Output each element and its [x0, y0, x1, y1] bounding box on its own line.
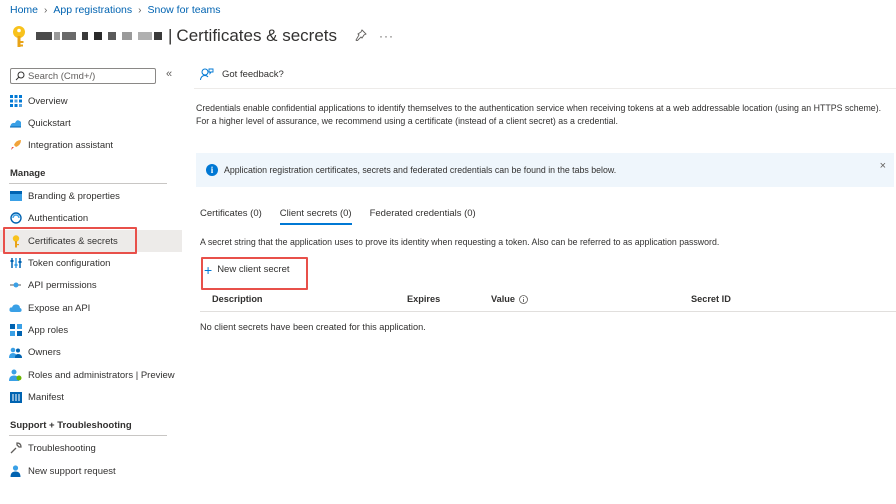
chevron-right-icon: ›	[138, 4, 142, 16]
info-icon: i	[206, 164, 218, 176]
sidebar-item-api-permissions[interactable]: API permissions	[0, 274, 182, 296]
sidebar-item-label: Authentication	[28, 212, 89, 224]
more-icon[interactable]: ···	[379, 29, 394, 43]
sidebar-item-label: Manifest	[28, 391, 64, 403]
highlight-box-sidebar	[3, 227, 137, 254]
pin-icon[interactable]	[355, 28, 367, 44]
sidebar-item-label: Roles and administrators | Preview	[28, 369, 175, 381]
client-secret-description: A secret string that the application use…	[200, 237, 720, 247]
section-heading-support: Support + Troubleshooting	[10, 420, 132, 431]
support-person-icon	[9, 465, 22, 478]
api-permissions-icon	[9, 279, 22, 292]
search-icon	[15, 71, 25, 81]
sidebar-item-new-support-request[interactable]: New support request	[0, 460, 182, 482]
search-placeholder: Search (Cmd+/)	[28, 70, 96, 82]
divider	[9, 435, 167, 436]
sidebar-item-label: Token configuration	[28, 257, 111, 269]
sidebar-item-overview[interactable]: Overview	[0, 90, 182, 112]
token-icon	[9, 257, 22, 270]
tab-federated-credentials[interactable]: Federated credentials (0)	[370, 208, 476, 225]
tab-certificates[interactable]: Certificates (0)	[200, 208, 262, 225]
credentials-description: Credentials enable confidential applicat…	[196, 103, 882, 126]
column-header-value: Value	[491, 294, 528, 304]
breadcrumb-app-registrations[interactable]: App registrations	[53, 4, 132, 16]
sidebar: Search (Cmd+/) « Overview Quickstart Int…	[0, 60, 184, 504]
authentication-icon	[9, 212, 22, 225]
divider	[194, 88, 896, 89]
info-banner-text: Application registration certificates, s…	[224, 165, 617, 175]
close-icon[interactable]: ×	[880, 160, 886, 172]
chevron-right-icon: ›	[44, 4, 48, 16]
column-header-secret-id: Secret ID	[691, 294, 731, 304]
sidebar-item-troubleshooting[interactable]: Troubleshooting	[0, 437, 182, 459]
wrench-icon	[9, 442, 22, 455]
sidebar-item-label: Owners	[28, 346, 61, 358]
sidebar-item-expose-api[interactable]: Expose an API	[0, 297, 182, 319]
sidebar-item-quickstart[interactable]: Quickstart	[0, 112, 182, 134]
sidebar-item-manifest[interactable]: Manifest	[0, 386, 182, 408]
cloud-icon	[9, 302, 22, 315]
feedback-button[interactable]: Got feedback?	[200, 68, 284, 81]
sidebar-item-label: App roles	[28, 324, 69, 336]
table-header-divider	[200, 311, 896, 312]
owners-icon	[9, 346, 22, 359]
sidebar-item-branding[interactable]: Branding & properties	[0, 185, 182, 207]
quickstart-icon	[9, 117, 22, 130]
column-header-value-label: Value	[491, 294, 516, 304]
tab-client-secrets[interactable]: Client secrets (0)	[279, 208, 352, 225]
title-separator: |	[168, 26, 173, 45]
breadcrumb: Home › App registrations › Snow for team…	[10, 4, 220, 16]
sidebar-item-owners[interactable]: Owners	[0, 341, 182, 363]
redacted-app-name	[36, 31, 162, 41]
sidebar-item-label: Integration assistant	[28, 139, 114, 151]
feedback-label: Got feedback?	[222, 69, 284, 80]
sidebar-item-token-configuration[interactable]: Token configuration	[0, 252, 182, 274]
divider	[9, 183, 167, 184]
sidebar-item-app-roles[interactable]: App roles	[0, 319, 182, 341]
feedback-icon	[200, 68, 214, 81]
sidebar-item-integration-assistant[interactable]: Integration assistant	[0, 134, 182, 156]
rocket-icon	[9, 139, 22, 152]
column-header-description: Description	[212, 294, 263, 304]
sidebar-item-label: New support request	[28, 465, 116, 477]
page-header: | Certificates & secrets ···	[10, 22, 394, 50]
roles-admin-icon	[9, 369, 22, 382]
section-heading-manage: Manage	[10, 168, 46, 179]
tab-bar: Certificates (0) Client secrets (0) Fede…	[200, 208, 494, 225]
sidebar-item-label: Expose an API	[28, 302, 91, 314]
sidebar-item-label: Branding & properties	[28, 190, 120, 202]
sidebar-item-roles-administrators[interactable]: Roles and administrators | Preview	[0, 364, 182, 386]
empty-state-message: No client secrets have been created for …	[200, 322, 426, 332]
sidebar-item-label: Troubleshooting	[28, 442, 96, 454]
column-header-expires: Expires	[407, 294, 441, 304]
highlight-box-new-secret	[201, 257, 308, 290]
breadcrumb-home[interactable]: Home	[10, 4, 38, 16]
main-content: Got feedback? Credentials enable confide…	[184, 60, 896, 504]
sidebar-item-label: Overview	[28, 95, 68, 107]
page-title: Certificates & secrets	[176, 26, 338, 45]
manifest-icon	[9, 391, 22, 404]
breadcrumb-app[interactable]: Snow for teams	[148, 4, 221, 16]
sidebar-item-label: API permissions	[28, 279, 97, 291]
collapse-sidebar-icon[interactable]: «	[166, 68, 172, 80]
search-input[interactable]: Search (Cmd+/)	[10, 68, 156, 84]
key-icon	[10, 25, 28, 47]
sidebar-item-authentication[interactable]: Authentication	[0, 207, 182, 229]
branding-icon	[9, 190, 22, 203]
info-circle-icon[interactable]	[519, 294, 528, 304]
app-roles-icon	[9, 324, 22, 337]
sidebar-item-label: Quickstart	[28, 117, 71, 129]
overview-icon	[9, 95, 22, 108]
info-banner: i Application registration certificates,…	[196, 153, 894, 187]
